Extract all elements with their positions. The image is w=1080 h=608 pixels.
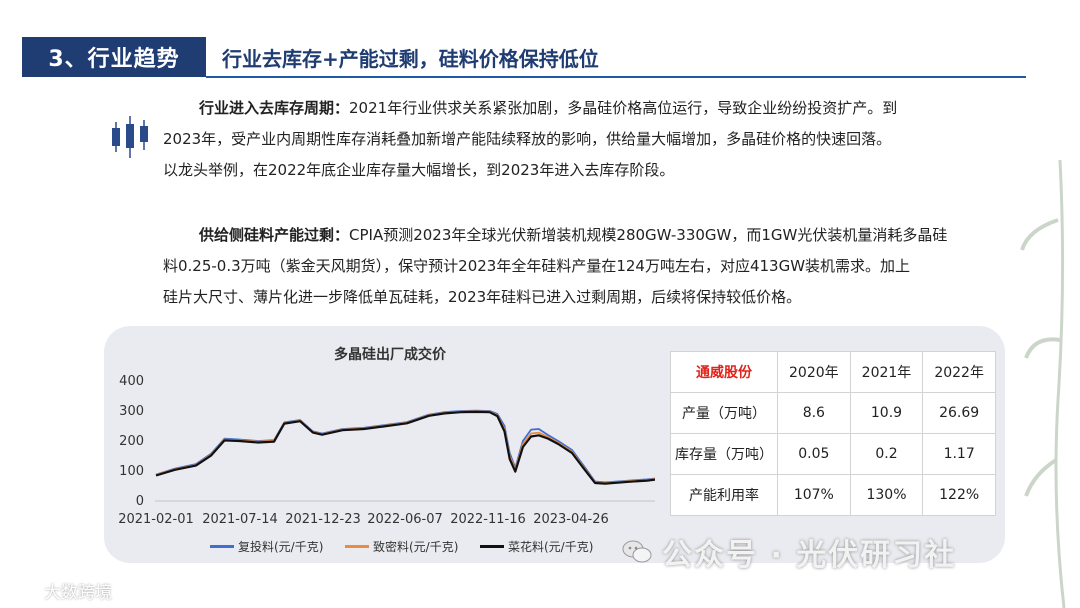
legend-item: 复投料(元/千克) <box>210 538 323 555</box>
y-tick-label: 100 <box>119 464 144 479</box>
paragraph-line: 以龙头举例，在2022年底企业库存量大幅增长，到2023年进入去库存阶段。 <box>163 161 675 179</box>
chart-title: 多晶硅出厂成交价 <box>334 347 446 363</box>
row-label-cell: 库存量（万吨） <box>670 433 778 475</box>
table-cell: 0.05 <box>777 433 851 475</box>
y-tick-label: 0 <box>135 494 144 509</box>
paragraph-line: 硅片大尺寸、薄片化进一步降低单瓦硅耗，2023年硅料已进入过剩周期，后续将保持较… <box>163 288 802 306</box>
header-divider <box>206 76 1026 78</box>
table-cell: 1.17 <box>922 433 996 475</box>
x-tick-label: 2022-11-16 <box>450 512 526 527</box>
watermark-left: 大数跨境 <box>12 578 112 603</box>
paragraph-destocking: 行业进入去库存周期：2021年行业供求关系紧张加剧，多晶硅价格高位运行，导致企业… <box>163 93 1023 186</box>
paragraph-line: 料0.25-0.3万吨（紫金天风期货），保守预计2023年全年硅料产量在124万… <box>163 257 911 275</box>
table-cell: 107% <box>777 474 851 516</box>
year-header-cell: 2022年 <box>922 351 996 393</box>
legend-swatch <box>210 545 234 548</box>
table-cell: 8.6 <box>777 392 851 434</box>
legend-item: 致密料(元/千克) <box>345 538 458 555</box>
table-row: 产量（万吨） 8.6 10.9 26.69 <box>670 392 996 434</box>
paragraph-lead: 供给侧硅料产能过剩： <box>199 226 350 244</box>
series-line-0 <box>155 409 655 484</box>
y-tick-label: 400 <box>119 374 144 389</box>
table-header-row: 通威股份 2020年 2021年 2022年 <box>670 351 996 393</box>
x-tick-label: 2021-12-23 <box>285 512 361 527</box>
bamboo-decoration <box>1020 160 1066 608</box>
table-row: 产能利用率 107% 130% 122% <box>670 474 996 516</box>
legend-item: 菜花料(元/千克) <box>480 538 593 555</box>
page-title: 行业去库存+产能过剩，硅料价格保持低位 <box>222 46 599 71</box>
legend-swatch <box>480 545 504 548</box>
table-cell: 26.69 <box>922 392 996 434</box>
legend-swatch <box>345 545 369 548</box>
table-cell: 130% <box>849 474 924 516</box>
paragraph-overcapacity: 供给侧硅料产能过剩：CPIA预测2023年全球光伏新增装机规模280GW-330… <box>163 220 1023 313</box>
watermark-right-text: 公众号 · 光伏研习社 <box>662 538 957 573</box>
paragraph-line: 2021年行业供求关系紧张加剧，多晶硅价格高位运行，导致企业纷纷投资扩产。到 <box>349 99 898 117</box>
x-tick-label: 2022-06-07 <box>367 512 443 527</box>
wechat-icon <box>622 540 652 563</box>
y-tick-label: 300 <box>119 404 144 419</box>
watermark-right: 公众号 · 光伏研习社 <box>622 530 956 574</box>
paragraph-line: CPIA预测2023年全球光伏新增装机规模280GW-330GW，而1GW光伏装… <box>349 226 948 244</box>
table-cell: 122% <box>922 474 996 516</box>
paragraph-lead: 行业进入去库存周期： <box>199 99 350 117</box>
company-name-cell: 通威股份 <box>670 351 778 393</box>
price-line-chart <box>155 409 655 502</box>
legend-label: 复投料(元/千克) <box>238 540 324 554</box>
row-label-cell: 产能利用率 <box>670 474 778 516</box>
legend-label: 致密料(元/千克) <box>373 540 459 554</box>
company-stats-table: 通威股份 2020年 2021年 2022年 产量（万吨） 8.6 10.9 2… <box>670 351 996 516</box>
series-line-1 <box>155 410 655 484</box>
x-tick-label: 2023-04-26 <box>533 512 609 527</box>
year-header-cell: 2021年 <box>849 351 924 393</box>
watermark-left-text: 大数跨境 <box>44 583 112 603</box>
cloud-logo-icon <box>14 581 38 599</box>
table-row: 库存量（万吨） 0.05 0.2 1.17 <box>670 433 996 475</box>
row-label-cell: 产量（万吨） <box>670 392 778 434</box>
candlestick-icon <box>112 116 148 158</box>
x-tick-label: 2021-07-14 <box>202 512 278 527</box>
paragraph-line: 2023年，受产业内周期性库存消耗叠加新增产能陆续释放的影响，供给量大幅增加，多… <box>163 130 892 148</box>
table-cell: 10.9 <box>849 392 924 434</box>
series-line-2 <box>155 410 655 485</box>
table-cell: 0.2 <box>849 433 924 475</box>
y-tick-label: 200 <box>119 434 144 449</box>
year-header-cell: 2020年 <box>777 351 851 393</box>
x-tick-label: 2021-02-01 <box>118 512 194 527</box>
legend-label: 菜花料(元/千克) <box>508 540 594 554</box>
section-label: 3、行业趋势 <box>22 37 206 77</box>
